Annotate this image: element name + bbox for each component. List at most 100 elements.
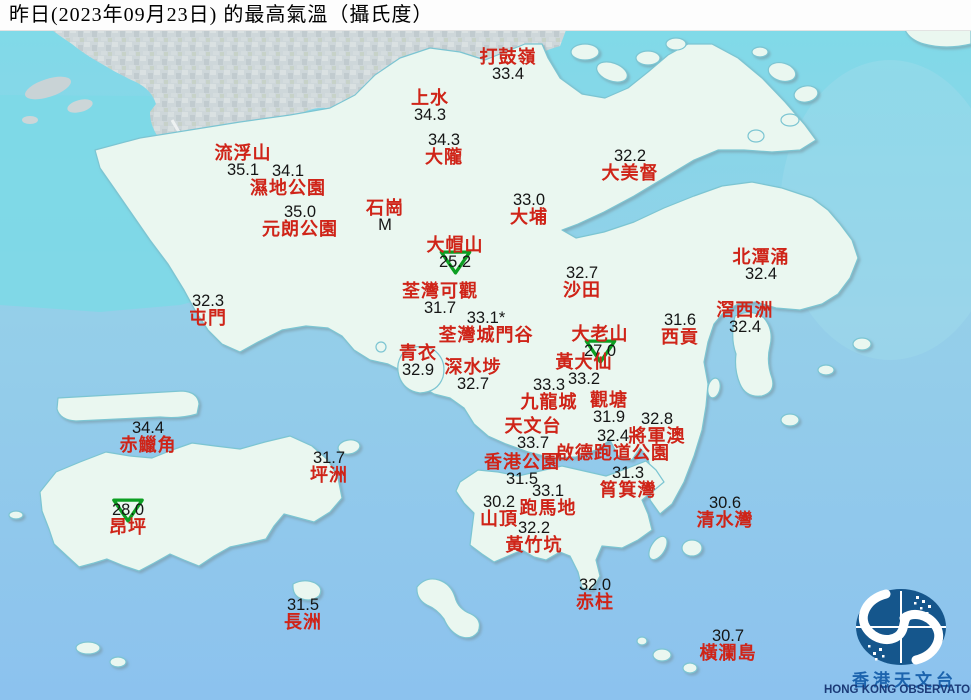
station-11: 北潭涌 32.4 (733, 248, 790, 282)
map-title: 昨日(2023年09月23日) 的最高氣溫（攝氏度） (0, 0, 971, 31)
station-15: 31.6 西貢 (661, 312, 699, 346)
station-max-temp: 34.3 (413, 106, 447, 124)
station-max-temp: 30.2 (482, 493, 516, 511)
station-33: 32.2 黃竹坑 (506, 520, 563, 554)
station-max-temp: 33.3 (532, 376, 566, 394)
weather-map-screenshot: 昨日(2023年09月23日) 的最高氣溫（攝氏度） 打鼓嶺 33.4 上水 34.3… (0, 0, 971, 700)
hko-logo-english-name: HONG KONG OBSERVATORY (824, 684, 971, 696)
station-name: 黃竹坑 (505, 535, 563, 555)
station-name: 荃灣城門谷 (438, 325, 534, 345)
station-35: 32.0 赤柱 (576, 577, 614, 611)
station-34: 28.0 昂坪 (109, 498, 147, 537)
station-name: 西貢 (661, 327, 699, 347)
station-max-temp: 32.4 (596, 427, 630, 445)
station-max-temp: 34.1 (271, 162, 305, 180)
station-name: 黃大仙 (555, 352, 613, 372)
station-4: 34.1 濕地公園 (250, 163, 326, 197)
station-max-temp: 32.2 (517, 519, 551, 537)
station-0: 打鼓嶺 33.4 (480, 48, 537, 82)
station-8: 33.0 大埔 (510, 192, 548, 226)
station-18: 青衣 32.9 (399, 344, 437, 378)
station-22: 觀塘 31.9 (590, 391, 628, 425)
station-12: 32.3 屯門 (189, 293, 227, 327)
station-max-temp: 33.1* (466, 309, 506, 327)
station-1: 上水 34.3 (411, 89, 449, 123)
station-name: 香港公園 (484, 452, 560, 472)
station-name: 濕地公園 (250, 178, 326, 198)
station-max-temp: 32.3 (191, 292, 225, 310)
station-name: 橫瀾島 (699, 643, 757, 663)
station-max-temp: 32.4 (728, 318, 762, 336)
station-name: 赤鱲角 (119, 435, 177, 455)
station-name: 元朗公園 (262, 219, 338, 239)
station-max-temp: 31.6 (663, 311, 697, 329)
stations-layer: 打鼓嶺 33.4 上水 34.3 34.3 大隴 流浮山 35.1 34.1 濕地公園 32.2 大美… (0, 0, 971, 700)
station-max-temp: 33.0 (512, 191, 546, 209)
station-max-temp: 33.4 (491, 65, 525, 83)
station-name: 坪洲 (310, 465, 348, 485)
station-name: 深水埗 (444, 357, 502, 377)
station-max-temp: 33.7 (516, 434, 550, 452)
station-max-temp: 32.7 (565, 264, 599, 282)
station-7: 石崗 M (366, 199, 404, 233)
station-27: 31.7 坪洲 (310, 450, 348, 484)
station-name: 啟德跑道公園 (556, 443, 670, 463)
station-max-temp: 31.3 (611, 464, 645, 482)
station-name: 昂坪 (109, 517, 147, 537)
station-max-temp: 33.1 (531, 482, 565, 500)
station-21: 33.3 九龍城 (521, 377, 578, 411)
station-name: 滘西洲 (716, 300, 774, 320)
station-5: 32.2 大美督 (602, 148, 659, 182)
station-max-temp: 31.5 (286, 596, 320, 614)
station-name: 北潭涌 (732, 247, 790, 267)
station-30: 33.1 跑馬地 (520, 483, 577, 517)
station-name: 筲箕灣 (599, 480, 657, 500)
station-max-temp: M (378, 216, 392, 234)
station-14: 33.1* 荃灣城門谷 (439, 310, 534, 344)
station-36: 31.5 長洲 (284, 597, 322, 631)
station-name: 上水 (411, 88, 449, 108)
station-29: 31.3 筲箕灣 (600, 465, 657, 499)
station-name: 流浮山 (214, 143, 272, 163)
station-name: 赤柱 (576, 592, 614, 612)
station-name: 打鼓嶺 (479, 47, 537, 67)
station-name: 大隴 (425, 147, 463, 167)
station-max-temp: 32.8 (640, 410, 674, 428)
station-max-temp: 31.7 (312, 449, 346, 467)
station-name: 大帽山 (426, 235, 484, 255)
station-name: 青衣 (399, 343, 437, 363)
station-name: 觀塘 (590, 390, 628, 410)
station-name: 清水灣 (696, 510, 754, 530)
station-name: 大老山 (571, 324, 629, 344)
station-23: 34.4 赤鱲角 (120, 420, 177, 454)
station-max-temp: 35.0 (283, 203, 317, 221)
station-max-temp: 32.0 (578, 576, 612, 594)
station-max-temp: 32.2 (613, 147, 647, 165)
station-max-temp: 32.4 (744, 265, 778, 283)
station-max-temp: 32.9 (401, 361, 435, 379)
station-max-temp: 28.0 (109, 498, 147, 523)
station-2: 34.3 大隴 (425, 132, 463, 166)
min-temp-triangle-icon (439, 250, 471, 275)
station-32: 30.6 清水灣 (697, 495, 754, 529)
station-max-temp: 30.7 (711, 627, 745, 645)
station-name: 荃灣可觀 (402, 281, 478, 301)
station-6: 35.0 元朗公園 (262, 204, 338, 238)
station-10: 32.7 沙田 (563, 265, 601, 299)
station-19: 深水埗 32.7 (445, 358, 502, 392)
station-name: 長洲 (284, 612, 322, 632)
station-name: 沙田 (563, 280, 601, 300)
station-max-temp: 34.4 (131, 419, 165, 437)
station-24: 天文台 33.7 (505, 417, 562, 451)
station-name: 屯門 (189, 308, 227, 328)
station-name: 天文台 (504, 416, 562, 436)
station-name: 跑馬地 (519, 498, 577, 518)
station-16: 滘西洲 32.4 (717, 301, 774, 335)
station-37: 30.7 橫瀾島 (700, 628, 757, 662)
station-name: 九龍城 (520, 392, 578, 412)
station-9: 大帽山 25.2 (426, 235, 484, 275)
station-max-temp: 30.6 (708, 494, 742, 512)
station-name: 石崗 (366, 198, 404, 218)
station-name: 大美督 (601, 163, 659, 183)
station-name: 大埔 (510, 207, 548, 227)
